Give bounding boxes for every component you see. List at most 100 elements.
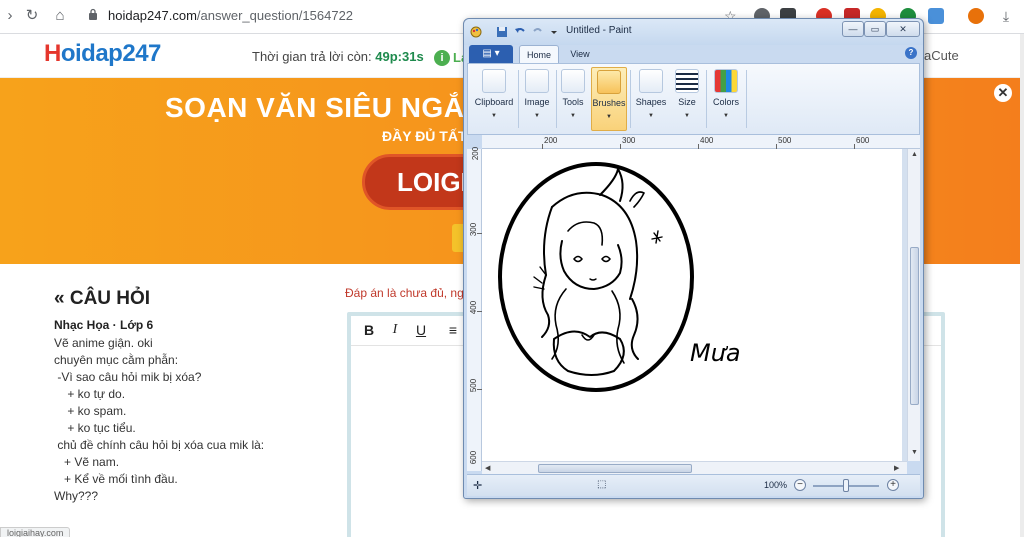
- question-heading: « CÂU HỎI: [54, 288, 151, 309]
- answer-timer: Thời gian trả lời còn: 49p:31s: [252, 49, 424, 64]
- reload-icon[interactable]: ↻: [22, 6, 42, 26]
- paint-titlebar[interactable]: Untitled - Paint — ▭ ✕: [464, 19, 923, 45]
- logo-first-letter: H: [44, 40, 61, 67]
- ruler-label: 300: [469, 222, 479, 237]
- screen-ext-icon[interactable]: [928, 8, 944, 24]
- question-line: + Kể về mối tình đầu.: [54, 472, 178, 486]
- ruler-label: 300: [622, 136, 636, 145]
- chevron-down-icon: ▼: [570, 113, 576, 119]
- scroll-left-icon[interactable]: ◀: [485, 464, 490, 472]
- size-group[interactable]: Size ▼: [671, 67, 703, 131]
- user-name[interactable]: aCute: [924, 48, 959, 63]
- minimize-button[interactable]: —: [842, 21, 864, 37]
- canvas-area: Mưa: [482, 149, 910, 461]
- selection-size-icon: ⬚: [597, 479, 607, 490]
- tab-home[interactable]: Home: [519, 45, 559, 63]
- banner-title: SOẠN VĂN SIÊU NGẮN: [165, 92, 486, 123]
- tools-group[interactable]: Tools ▼: [558, 67, 588, 131]
- question-line: -Vì sao câu hỏi mik bị xóa?: [54, 370, 202, 384]
- lock-icon: [89, 8, 97, 20]
- question-line: Why???: [54, 489, 99, 503]
- info-icon[interactable]: i: [434, 50, 450, 66]
- scroll-up-icon[interactable]: ▲: [911, 151, 918, 158]
- shapes-group[interactable]: Shapes ▼: [633, 67, 669, 131]
- shapes-label: Shapes: [635, 97, 667, 107]
- home-icon[interactable]: ⌂: [50, 6, 70, 26]
- ruler-label: 200: [544, 136, 558, 145]
- question-subject: Nhạc Họa · Lớp 6: [54, 318, 154, 332]
- ruler-label: 400: [469, 300, 479, 315]
- cursor-position-icon: ✛: [473, 480, 483, 492]
- paint-window: Untitled - Paint — ▭ ✕ ▤ ▾ Home View ? C…: [463, 18, 924, 499]
- clipboard-group[interactable]: Clipboard ▼: [472, 67, 516, 131]
- brushes-label: Brushes: [592, 98, 626, 108]
- answer-warning: Đáp án là chưa đủ, ng: [345, 286, 464, 300]
- close-button[interactable]: ✕: [886, 21, 920, 37]
- horizontal-scrollbar[interactable]: ◀ ▶: [482, 461, 907, 474]
- scroll-thumb[interactable]: [910, 247, 919, 405]
- question-line: chuyên mục cằm phẫn:: [54, 353, 179, 367]
- download-icon[interactable]: ⤓: [998, 8, 1014, 24]
- anime-drawing: Mưa: [498, 162, 741, 392]
- image-group[interactable]: Image ▼: [520, 67, 554, 131]
- timer-label: Thời gian trả lời còn:: [252, 49, 372, 64]
- url-path: /answer_question/1564722: [196, 8, 354, 23]
- paint-ribbon: Clipboard ▼ Image ▼ Tools ▼ Brushes ▼ Sh…: [467, 63, 920, 135]
- timer-value: 49p:31s: [375, 49, 424, 64]
- ruler-label: 600: [856, 136, 870, 145]
- chevron-down-icon[interactable]: [548, 26, 560, 38]
- bold-button[interactable]: B: [361, 322, 377, 338]
- zoom-slider-thumb[interactable]: [843, 479, 849, 492]
- underline-button[interactable]: U: [413, 322, 429, 338]
- scroll-thumb[interactable]: [538, 464, 692, 473]
- vertical-scrollbar[interactable]: ▲ ▼: [907, 149, 920, 461]
- undo-icon[interactable]: [514, 26, 526, 38]
- italic-button[interactable]: I: [387, 322, 403, 338]
- question-line: + ko tự do.: [54, 387, 126, 401]
- ribbon-divider: [706, 70, 707, 128]
- brush-icon: [597, 70, 621, 94]
- help-icon[interactable]: ?: [905, 47, 917, 59]
- ribbon-divider: [746, 70, 747, 128]
- chevron-down-icon: ▼: [648, 113, 654, 119]
- clipboard-label: Clipboard: [474, 97, 514, 107]
- ruler-label: 600: [469, 450, 479, 465]
- question-line: + Vẽ nam.: [54, 455, 120, 469]
- colors-group[interactable]: Colors ▼: [709, 67, 743, 131]
- tab-view[interactable]: View: [563, 45, 597, 63]
- paint-statusbar: ✛ ⬚ 100% − +: [467, 474, 920, 496]
- ribbon-divider: [556, 70, 557, 128]
- ruler-label: 500: [469, 378, 479, 393]
- maximize-button[interactable]: ▭: [864, 21, 886, 37]
- chevron-down-icon: ▼: [723, 113, 729, 119]
- chevron-down-icon: ▼: [534, 113, 540, 119]
- zoom-out-button[interactable]: −: [794, 479, 806, 491]
- paint-app-icon: [470, 26, 482, 38]
- scroll-down-icon[interactable]: ▼: [911, 449, 918, 456]
- screen: › ↻ ⌂ hoidap247.com/answer_question/1564…: [0, 0, 1024, 537]
- chevron-down-icon: ▼: [684, 113, 690, 119]
- image-label: Image: [524, 97, 550, 107]
- banner-subtitle: ĐẦY ĐỦ TẤT: [382, 128, 467, 144]
- drawing-canvas[interactable]: Mưa: [482, 149, 902, 461]
- scroll-right-icon[interactable]: ▶: [894, 464, 899, 472]
- colors-label: Colors: [712, 97, 739, 107]
- tools-label: Tools: [562, 97, 584, 107]
- clipboard-icon: [482, 69, 506, 93]
- zoom-in-button[interactable]: +: [887, 479, 899, 491]
- url-domain: hoidap247.com: [108, 8, 197, 23]
- save-icon[interactable]: [496, 26, 508, 38]
- brushes-group[interactable]: Brushes ▼: [591, 67, 627, 131]
- profile-icon[interactable]: [968, 8, 984, 24]
- ruler-label: 400: [700, 136, 714, 145]
- redo-icon[interactable]: [532, 26, 544, 38]
- file-menu-button[interactable]: ▤ ▾: [469, 45, 513, 63]
- drawing-signature: Mưa: [690, 339, 741, 367]
- colors-icon: [714, 69, 738, 93]
- align-button[interactable]: ≡: [445, 322, 461, 338]
- page-scrollbar[interactable]: [1020, 34, 1024, 537]
- tools-icon: [561, 69, 585, 93]
- site-logo[interactable]: Hoidap247: [44, 40, 161, 68]
- close-icon[interactable]: ✕: [994, 84, 1012, 102]
- forward-icon[interactable]: ›: [0, 6, 20, 26]
